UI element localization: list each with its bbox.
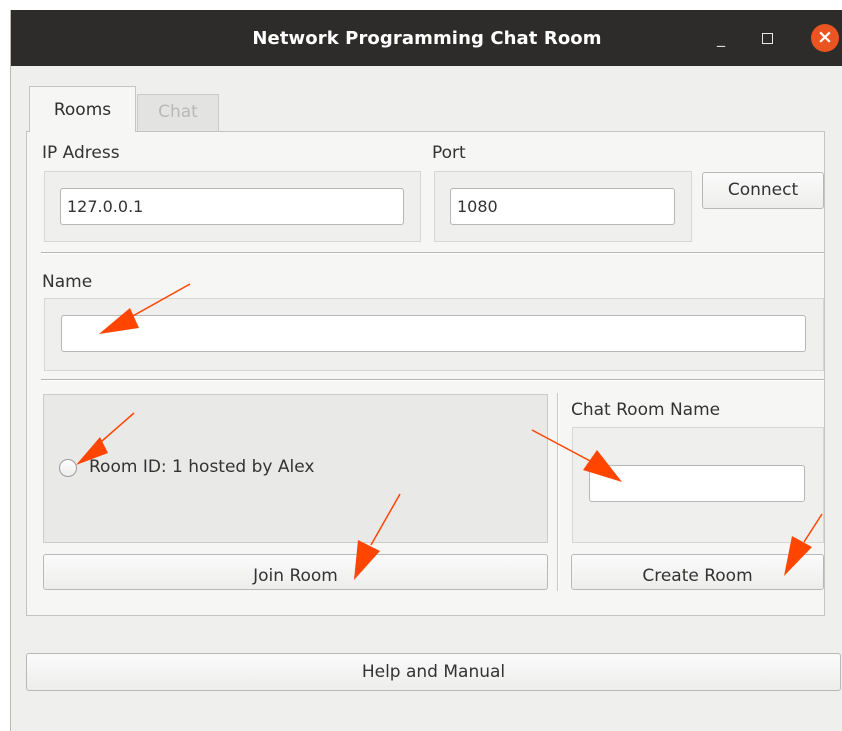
chat-room-name-label: Chat Room Name	[571, 400, 721, 420]
port-input[interactable]	[450, 188, 675, 225]
divider-top	[41, 252, 824, 254]
room-radio-button[interactable]	[59, 459, 77, 477]
maximize-button[interactable]	[753, 24, 781, 52]
name-label: Name	[42, 272, 93, 292]
divider-middle	[41, 379, 824, 381]
app-window: Network Programming Chat Room _ × Rooms …	[10, 10, 842, 731]
port-label: Port	[432, 143, 466, 163]
close-button[interactable]: ×	[811, 24, 839, 52]
ip-address-input[interactable]	[60, 188, 404, 225]
vertical-divider	[557, 393, 559, 591]
minimize-icon: _	[717, 28, 725, 47]
join-room-button[interactable]: Join Room	[43, 554, 548, 590]
close-icon: ×	[817, 26, 833, 48]
room-list-item[interactable]: Room ID: 1 hosted by Alex	[59, 455, 379, 481]
tab-chat[interactable]: Chat	[137, 94, 219, 131]
maximize-icon	[761, 33, 773, 44]
tab-rooms[interactable]: Rooms	[29, 86, 136, 132]
name-input[interactable]	[61, 315, 806, 352]
room-list-item-label: Room ID: 1 hosted by Alex	[89, 457, 315, 477]
connect-button[interactable]: Connect	[702, 172, 824, 209]
ip-address-label: IP Adress	[42, 143, 120, 163]
create-room-button[interactable]: Create Room	[571, 554, 824, 590]
help-and-manual-button[interactable]: Help and Manual	[26, 653, 841, 691]
minimize-button[interactable]: _	[707, 24, 735, 52]
chat-room-name-input[interactable]	[589, 465, 805, 502]
title-bar[interactable]: Network Programming Chat Room _ ×	[11, 10, 842, 66]
